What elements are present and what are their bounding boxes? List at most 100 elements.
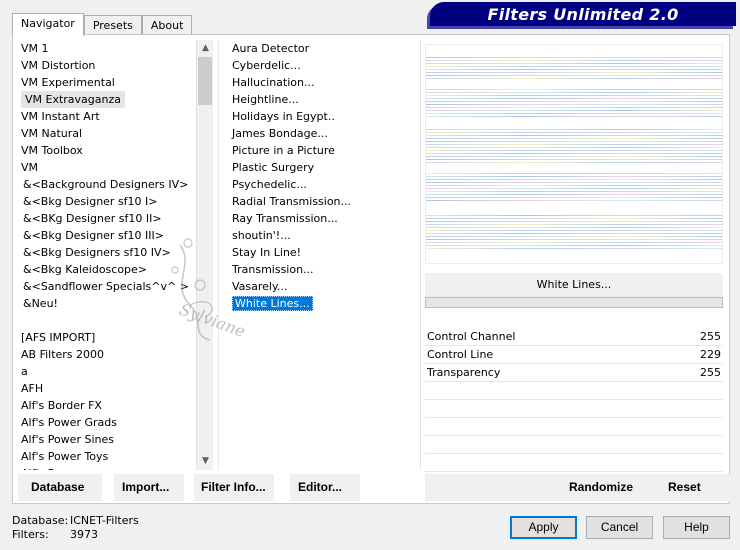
- filter-item[interactable]: White Lines...: [219, 295, 418, 312]
- control-value: 255: [700, 330, 721, 343]
- preview-line: [426, 224, 722, 225]
- preview-line: [426, 89, 722, 90]
- cancel-button[interactable]: Cancel: [586, 516, 653, 539]
- filter-item[interactable]: Radial Transmission...: [219, 193, 418, 210]
- filter-item[interactable]: Picture in a Picture: [219, 142, 418, 159]
- scroll-up-icon[interactable]: ▲: [197, 40, 214, 57]
- scroll-down-icon[interactable]: ▼: [197, 453, 214, 470]
- control-slider[interactable]: Transparency 255: [425, 364, 723, 382]
- filter-item[interactable]: Vasarely...: [219, 278, 418, 295]
- category-item[interactable]: [AFS IMPORT]: [12, 329, 196, 346]
- empty-control-row: [425, 454, 723, 472]
- filter-item-label: Transmission...: [232, 263, 314, 276]
- category-scrollbar[interactable]: ▲ ▼: [196, 40, 213, 470]
- category-item[interactable]: VM 1: [12, 40, 196, 57]
- preview-line: [426, 78, 722, 79]
- apply-button[interactable]: Apply: [510, 516, 577, 539]
- preview-line: [426, 92, 722, 93]
- slider-thumb-icon[interactable]: [687, 348, 695, 355]
- filter-item[interactable]: Aura Detector: [219, 40, 418, 57]
- category-item[interactable]: Alf's Power Grads: [12, 414, 196, 431]
- reset-button-label: Reset: [668, 480, 701, 494]
- preview-line: [426, 173, 722, 174]
- category-item[interactable]: AB Filters 2000: [12, 346, 196, 363]
- filter-info-button[interactable]: Filter Info...: [194, 474, 274, 501]
- category-item[interactable]: VM: [12, 159, 196, 176]
- category-item[interactable]: VM Experimental: [12, 74, 196, 91]
- filter-item-label: shoutin'!...: [232, 229, 291, 242]
- filter-item[interactable]: Heightline...: [219, 91, 418, 108]
- filters-status-label: Filters:: [12, 528, 49, 541]
- preview-line: [426, 185, 722, 186]
- category-item[interactable]: &<Bkg Kaleidoscope>: [12, 261, 196, 278]
- category-item[interactable]: &<BKg Designer sf10 II>: [12, 210, 196, 227]
- category-item[interactable]: Alf's Border FX: [12, 397, 196, 414]
- category-item[interactable]: Alf's Power ...: [12, 465, 196, 470]
- category-item[interactable]: Alf's Power Sines: [12, 431, 196, 448]
- preview-line: [426, 63, 722, 64]
- filter-item[interactable]: Transmission...: [219, 261, 418, 278]
- category-item[interactable]: VM Instant Art: [12, 108, 196, 125]
- preview-line: [426, 159, 722, 160]
- preview-line: [426, 150, 722, 151]
- category-item[interactable]: [12, 312, 196, 329]
- preview-line: [426, 147, 722, 148]
- filter-item[interactable]: Hallucination...: [219, 74, 418, 91]
- database-button[interactable]: Database: [18, 474, 102, 501]
- preview-line: [426, 66, 722, 67]
- filter-item[interactable]: Stay In Line!: [219, 244, 418, 261]
- editor-button[interactable]: Editor...: [290, 474, 360, 501]
- preview-line: [426, 188, 722, 189]
- database-button-label: Database: [31, 480, 85, 494]
- category-item[interactable]: AFH: [12, 380, 196, 397]
- control-label: Transparency: [427, 366, 501, 379]
- preview-line: [426, 57, 722, 58]
- preview-line: [426, 176, 722, 177]
- category-item[interactable]: VM Natural: [12, 125, 196, 142]
- preview-line: [426, 153, 722, 154]
- category-item[interactable]: &Neu!: [12, 295, 196, 312]
- filter-list[interactable]: Aura Detector Cyberdelic... Hallucination.…: [218, 40, 418, 470]
- filter-item[interactable]: shoutin'!...: [219, 227, 418, 244]
- control-slider[interactable]: Control Line 229: [425, 346, 723, 364]
- category-item[interactable]: &<Bkg Designer sf10 III>: [12, 227, 196, 244]
- category-item[interactable]: &<Bkg Designers sf10 IV>: [12, 244, 196, 261]
- filter-item[interactable]: Cyberdelic...: [219, 57, 418, 74]
- control-label: Control Channel: [427, 330, 516, 343]
- tab-navigator[interactable]: Navigator: [12, 13, 84, 36]
- preview-line: [426, 179, 722, 180]
- filter-item[interactable]: Psychedelic...: [219, 176, 418, 193]
- category-list[interactable]: VM 1 VM Distortion VM Experimental VM Extra…: [12, 40, 196, 470]
- import-button[interactable]: Import...: [114, 474, 184, 501]
- category-item[interactable]: &<Background Designers IV>: [12, 176, 196, 193]
- preview-line: [426, 221, 722, 222]
- filter-item-label: Radial Transmission...: [232, 195, 352, 208]
- filter-item[interactable]: Plastic Surgery: [219, 159, 418, 176]
- category-item[interactable]: VM Distortion: [12, 57, 196, 74]
- preview-line: [426, 191, 722, 192]
- randomize-button[interactable]: Randomize: [557, 474, 642, 501]
- editor-button-label: Editor...: [298, 480, 343, 494]
- control-label: Control Line: [427, 348, 494, 361]
- control-slider[interactable]: Control Channel 255: [425, 328, 723, 346]
- help-button[interactable]: Help: [663, 516, 730, 539]
- category-item[interactable]: a: [12, 363, 196, 380]
- category-item[interactable]: &<Sandflower Specials^v^ >: [12, 278, 196, 295]
- tab-about[interactable]: About: [141, 15, 193, 35]
- category-item[interactable]: Alf's Power Toys: [12, 448, 196, 465]
- tab-presets[interactable]: Presets: [83, 15, 142, 35]
- reset-button[interactable]: Reset: [657, 474, 717, 501]
- category-item[interactable]: VM Extravaganza: [21, 91, 126, 108]
- filter-item-label: Holidays in Egypt..: [232, 110, 335, 123]
- scroll-thumb[interactable]: [198, 57, 212, 105]
- empty-control-row: [425, 382, 723, 400]
- preview-line: [426, 248, 722, 249]
- filter-item[interactable]: Ray Transmission...: [219, 210, 418, 227]
- empty-control-row: [425, 436, 723, 454]
- preview-line: [426, 144, 722, 145]
- category-item[interactable]: &<Bkg Designer sf10 I>: [12, 193, 196, 210]
- filter-item[interactable]: James Bondage...: [219, 125, 418, 142]
- preview-line: [426, 72, 722, 73]
- category-item[interactable]: VM Toolbox: [12, 142, 196, 159]
- filter-item[interactable]: Holidays in Egypt..: [219, 108, 418, 125]
